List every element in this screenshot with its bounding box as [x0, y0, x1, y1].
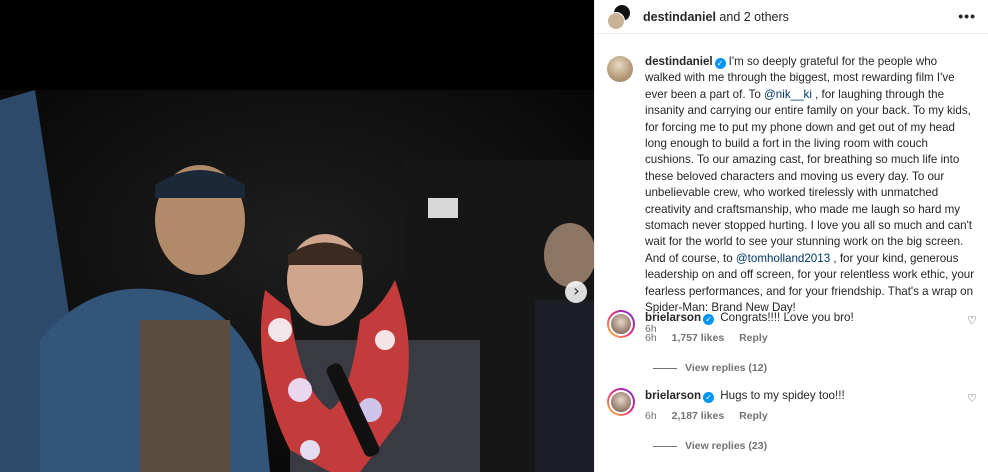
comment-meta: 6h 2,187 likes Reply: [645, 410, 977, 422]
next-media-button[interactable]: ›: [565, 281, 587, 303]
comment-content: Congrats!!!! Love you bro!: [720, 311, 854, 324]
comment-meta: 6h 1,757 likes Reply: [645, 332, 977, 344]
reply-button[interactable]: Reply: [739, 410, 768, 422]
verified-badge-icon: ✓: [703, 314, 715, 325]
verified-badge-icon: ✓: [714, 58, 726, 69]
more-horizontal-icon[interactable]: •••: [958, 8, 976, 24]
avatar: [607, 11, 625, 30]
comment-username[interactable]: brielarson: [645, 389, 701, 402]
comment-time[interactable]: 6h: [645, 410, 657, 422]
header-others[interactable]: and 2 others: [719, 10, 789, 24]
collab-avatars[interactable]: [607, 3, 633, 30]
heart-icon[interactable]: ♡: [967, 392, 977, 405]
caption-segment: , for laughing through the insanity and …: [645, 87, 973, 265]
caption-username[interactable]: destindaniel: [645, 55, 713, 68]
comment-username[interactable]: brielarson: [645, 311, 701, 324]
post-header: destindaniel and 2 others •••: [595, 0, 988, 34]
avatar[interactable]: [607, 56, 633, 82]
divider: [653, 367, 677, 369]
comment-likes[interactable]: 1,757 likes: [672, 332, 725, 344]
mention-link[interactable]: @tomholland2013: [736, 252, 830, 265]
view-replies-label: View replies (23): [685, 440, 768, 452]
view-replies-label: View replies (12): [685, 362, 768, 374]
view-replies-button[interactable]: View replies (12): [653, 362, 767, 374]
post-details-panel: destindaniel and 2 others ••• destindani…: [594, 0, 988, 472]
view-replies-button[interactable]: View replies (23): [653, 440, 767, 452]
comment-time[interactable]: 6h: [645, 332, 657, 344]
comment-text: brielarson ✓ Congrats!!!! Love you bro!: [645, 310, 977, 326]
caption-text: destindaniel ✓ I'm so deeply grateful for …: [645, 54, 976, 317]
post-authors[interactable]: destindaniel and 2 others: [643, 10, 789, 24]
avatar[interactable]: [607, 310, 635, 338]
comment-likes[interactable]: 2,187 likes: [672, 410, 725, 422]
avatar[interactable]: [607, 388, 635, 416]
verified-badge-icon: ✓: [703, 392, 715, 403]
comment-item: brielarson ✓ Congrats!!!! Love you bro! 6…: [607, 310, 977, 344]
post-content: destindaniel ✓ I'm so deeply grateful for …: [595, 34, 988, 335]
header-username[interactable]: destindaniel: [643, 10, 716, 24]
divider: [653, 445, 677, 447]
chevron-right-icon: ›: [573, 281, 580, 300]
comment-content: Hugs to my spidey too!!!: [720, 389, 845, 402]
reply-button[interactable]: Reply: [739, 332, 768, 344]
post-photo: [0, 90, 594, 472]
caption: destindaniel ✓ I'm so deeply grateful for …: [607, 54, 976, 317]
comment-item: brielarson ✓ Hugs to my spidey too!!! 6h …: [607, 388, 977, 422]
post-media[interactable]: ›: [0, 0, 594, 472]
mention-link[interactable]: @nik__ki: [764, 88, 812, 101]
heart-icon[interactable]: ♡: [967, 314, 977, 327]
comment-text: brielarson ✓ Hugs to my spidey too!!!: [645, 388, 977, 404]
